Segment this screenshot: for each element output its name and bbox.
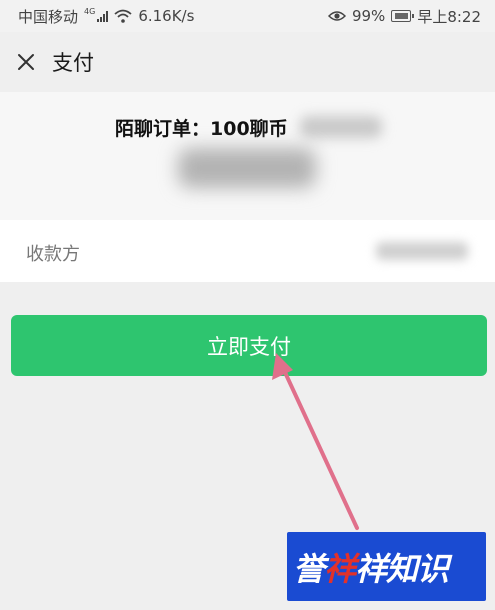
pay-now-button[interactable]: 立即支付 xyxy=(11,315,487,376)
watermark-char: 祥 xyxy=(355,549,387,588)
blurred-amount xyxy=(178,148,316,188)
network-type: 4G xyxy=(84,6,96,16)
watermark-char: 誉 xyxy=(293,549,325,588)
watermark-logo: 誉 祥 祥 知 识 xyxy=(287,532,486,601)
order-title: 陌聊订单：100聊币 xyxy=(115,118,288,140)
battery-icon xyxy=(391,10,415,22)
payee-row: 收款方 xyxy=(0,220,495,282)
watermark-char: 识 xyxy=(417,549,449,588)
page-title: 支付 xyxy=(52,51,94,75)
battery-percent: 99% xyxy=(351,7,386,25)
signal-icon xyxy=(97,10,109,22)
blurred-order-suffix xyxy=(300,116,382,138)
clock: 早上8:22 xyxy=(417,7,481,26)
close-icon[interactable] xyxy=(14,50,38,74)
wifi-icon xyxy=(114,9,132,23)
watermark-char: 祥 xyxy=(324,549,356,588)
nav-header: 支付 xyxy=(0,32,495,92)
eye-comfort-icon xyxy=(327,11,346,21)
payee-label: 收款方 xyxy=(26,244,80,265)
watermark-char: 知 xyxy=(386,549,418,588)
status-bar: 中国移动 4G 6.16K/s 99% 早上8:22 xyxy=(0,0,495,32)
order-summary: 陌聊订单：100聊币 xyxy=(0,92,495,220)
carrier-label: 中国移动 xyxy=(18,7,79,26)
network-speed: 6.16K/s xyxy=(138,7,195,25)
blurred-payee-name xyxy=(376,242,468,260)
status-left: 中国移动 4G 6.16K/s xyxy=(18,6,194,27)
status-right: 99% 早上8:22 xyxy=(327,6,481,27)
